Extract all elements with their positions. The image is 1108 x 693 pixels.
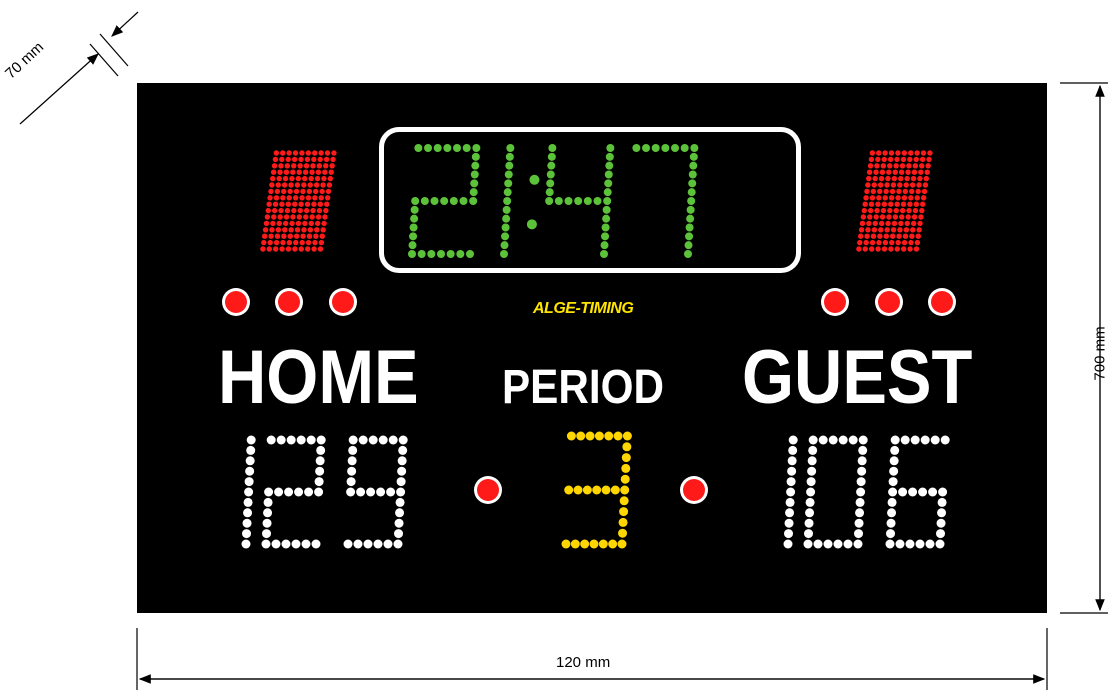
guest-label: GUEST [742,335,973,420]
home-foul-lamp [222,288,250,316]
guest-score-digits [783,435,950,549]
period-digit [561,431,632,549]
guest-foul-lamp [821,288,849,316]
home-foul-lamp [275,288,303,316]
guest-matrix-display [856,150,933,252]
home-matrix-display [260,150,337,252]
period-separator-dot-left [474,476,502,504]
guest-foul-lamp [875,288,903,316]
home-foul-lamp [329,288,357,316]
home-score-digits [241,435,408,549]
period-separator-dot-right [680,476,708,504]
guest-foul-lamp [928,288,956,316]
width-dimension-label: 120 mm [556,654,611,671]
clock-digits [408,144,699,258]
brand-logo: ALGE-TIMING [533,300,634,317]
home-label: HOME [218,335,419,420]
period-label: PERIOD [502,361,664,414]
height-dimension-label: 700 mm [1091,326,1108,381]
